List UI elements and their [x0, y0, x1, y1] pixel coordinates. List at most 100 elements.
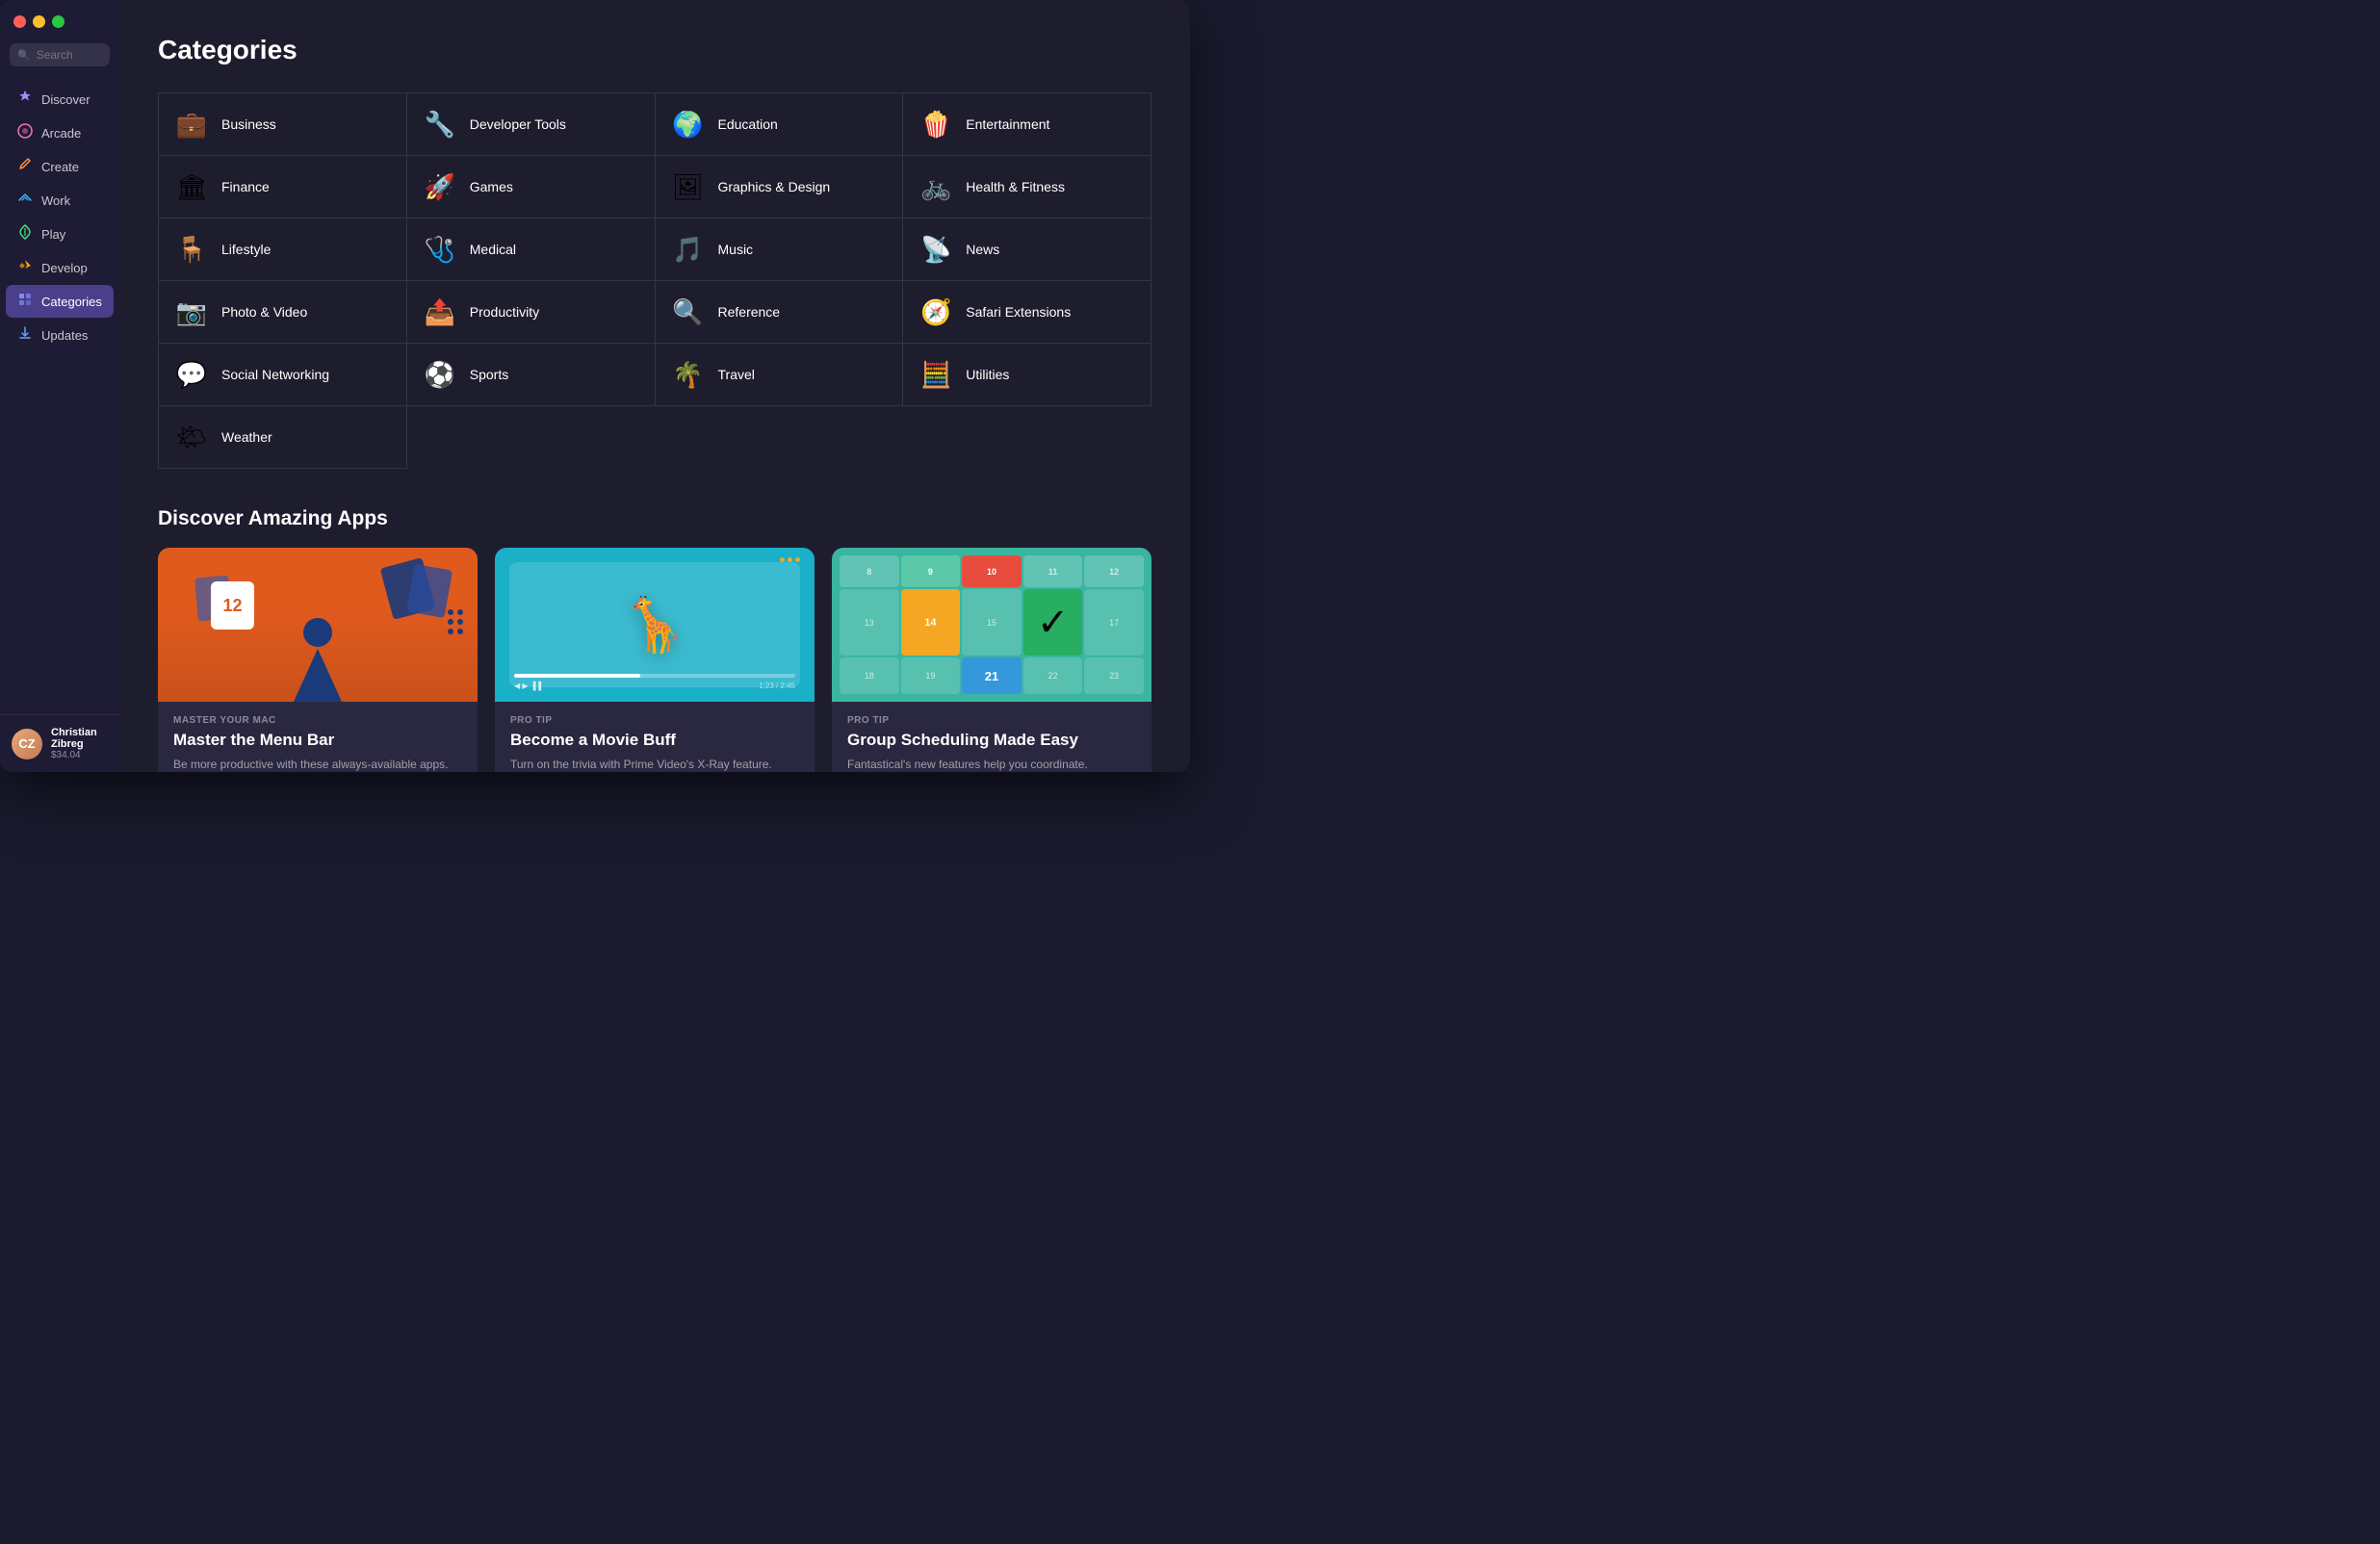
discover-card-0[interactable]: 12 MASTER YOUR MAC Master the Menu Bar B… [158, 548, 478, 772]
search-box[interactable]: 🔍 [10, 43, 110, 66]
discover-grid: 12 MASTER YOUR MAC Master the Menu Bar B… [158, 548, 1151, 772]
card-title-1: Become a Movie Buff [510, 731, 799, 750]
card-title-2: Group Scheduling Made Easy [847, 731, 1136, 750]
main-content: Categories 💼 Business 🔧 Developer Tools … [119, 0, 1190, 772]
category-name: Sports [470, 367, 508, 382]
category-icon: 🍿 [918, 107, 953, 142]
category-icon: 🎵 [671, 232, 706, 267]
user-name: Christian Zibreg [51, 727, 108, 750]
category-travel[interactable]: 🌴 Travel [656, 344, 904, 406]
maximize-button[interactable] [52, 15, 65, 28]
card-tag-2: PRO TIP [847, 715, 1136, 726]
category-name: Productivity [470, 304, 539, 320]
sidebar-item-label: Updates [41, 328, 88, 343]
category-health---fitness[interactable]: 🚲 Health & Fitness [903, 156, 1151, 219]
category-photo---video[interactable]: 📷 Photo & Video [159, 281, 407, 344]
sidebar-item-discover[interactable]: Discover [6, 83, 114, 116]
search-input[interactable] [37, 48, 102, 62]
category-icon: 🪑 [174, 232, 209, 267]
category-weather[interactable]: 🌤 Weather [159, 406, 407, 469]
category-name: News [966, 242, 999, 257]
category-sports[interactable]: ⚽ Sports [407, 344, 656, 406]
category-icon: 💬 [174, 357, 209, 392]
category-music[interactable]: 🎵 Music [656, 219, 904, 281]
sidebar-item-label: Discover [41, 92, 91, 107]
discover-card-2[interactable]: 8 9 10 11 12 13 14 15 ✓ 17 18 19 21 22 2… [832, 548, 1151, 772]
sidebar-item-categories[interactable]: Categories [6, 285, 114, 318]
sidebar-item-label: Work [41, 193, 70, 208]
sidebar-item-develop[interactable]: Develop [6, 251, 114, 284]
card-image-1: 🦒 ◀ ▶ ▐▐ 1:23 / 2:45 [495, 548, 815, 702]
category-finance[interactable]: 🏛 Finance [159, 156, 407, 219]
card-image-2: 8 9 10 11 12 13 14 15 ✓ 17 18 19 21 22 2… [832, 548, 1151, 702]
card-title-0: Master the Menu Bar [173, 731, 462, 750]
category-icon: 📷 [174, 295, 209, 329]
category-name: Photo & Video [221, 304, 307, 320]
category-icon: 🔧 [423, 107, 457, 142]
sidebar-item-updates[interactable]: Updates [6, 319, 114, 351]
categories-grid: 💼 Business 🔧 Developer Tools 🌍 Education… [158, 92, 1151, 469]
category-medical[interactable]: 🩺 Medical [407, 219, 656, 281]
card-desc-2: Fantastical's new features help you coor… [847, 756, 1136, 772]
category-icon: 🧭 [918, 295, 953, 329]
category-games[interactable]: 🚀 Games [407, 156, 656, 219]
user-credit: $34.04 [51, 750, 108, 760]
category-reference[interactable]: 🔍 Reference [656, 281, 904, 344]
category-name: Finance [221, 179, 270, 194]
updates-icon [17, 325, 33, 345]
card-image-0: 12 [158, 548, 478, 702]
arcade-icon [17, 123, 33, 142]
category-news[interactable]: 📡 News [903, 219, 1151, 281]
category-productivity[interactable]: 📤 Productivity [407, 281, 656, 344]
category-social-networking[interactable]: 💬 Social Networking [159, 344, 407, 406]
close-button[interactable] [13, 15, 26, 28]
category-name: Health & Fitness [966, 179, 1065, 194]
categories-icon [17, 292, 33, 311]
card-info-0: MASTER YOUR MAC Master the Menu Bar Be m… [158, 702, 478, 772]
sidebar-item-play[interactable]: Play [6, 218, 114, 250]
category-icon: 🌍 [671, 107, 706, 142]
user-section: CZ Christian Zibreg $34.04 [0, 714, 119, 772]
category-name: Reference [718, 304, 781, 320]
category-safari-extensions[interactable]: 🧭 Safari Extensions [903, 281, 1151, 344]
sidebar-item-arcade[interactable]: Arcade [6, 116, 114, 149]
sidebar-item-create[interactable]: Create [6, 150, 114, 183]
category-lifestyle[interactable]: 🪑 Lifestyle [159, 219, 407, 281]
category-icon: 📡 [918, 232, 953, 267]
category-name: Weather [221, 429, 272, 445]
play-icon [17, 224, 33, 244]
category-icon: 🖼 [671, 169, 706, 204]
category-business[interactable]: 💼 Business [159, 93, 407, 156]
category-icon: ⚽ [423, 357, 457, 392]
category-icon: 🏛 [174, 169, 209, 204]
sidebar-item-work[interactable]: Work [6, 184, 114, 217]
category-icon: 🔍 [671, 295, 706, 329]
category-graphics---design[interactable]: 🖼 Graphics & Design [656, 156, 904, 219]
category-icon: 🚲 [918, 169, 953, 204]
sidebar-item-label: Develop [41, 261, 88, 275]
category-developer-tools[interactable]: 🔧 Developer Tools [407, 93, 656, 156]
card-info-1: PRO TIP Become a Movie Buff Turn on the … [495, 702, 815, 772]
category-icon: 🚀 [423, 169, 457, 204]
category-icon: 📤 [423, 295, 457, 329]
minimize-button[interactable] [33, 15, 45, 28]
category-name: Graphics & Design [718, 179, 831, 194]
user-info: Christian Zibreg $34.04 [51, 727, 108, 760]
discover-icon [17, 90, 33, 109]
discover-card-1[interactable]: 🦒 ◀ ▶ ▐▐ 1:23 / 2:45 PRO TIP Become a Mo… [495, 548, 815, 772]
category-icon: 🌴 [671, 357, 706, 392]
sidebar-item-label: Play [41, 227, 65, 242]
work-icon [17, 191, 33, 210]
category-education[interactable]: 🌍 Education [656, 93, 904, 156]
category-name: Developer Tools [470, 116, 566, 132]
window-controls [0, 15, 119, 43]
sidebar-item-label: Categories [41, 295, 102, 309]
category-icon: 🌤 [174, 420, 209, 454]
sidebar-nav: Discover Arcade Create Work Play Develop… [0, 82, 119, 352]
avatar: CZ [12, 729, 42, 759]
category-utilities[interactable]: 🧮 Utilities [903, 344, 1151, 406]
category-icon: 🩺 [423, 232, 457, 267]
card-tag-1: PRO TIP [510, 715, 799, 726]
category-entertainment[interactable]: 🍿 Entertainment [903, 93, 1151, 156]
category-name: Safari Extensions [966, 304, 1071, 320]
